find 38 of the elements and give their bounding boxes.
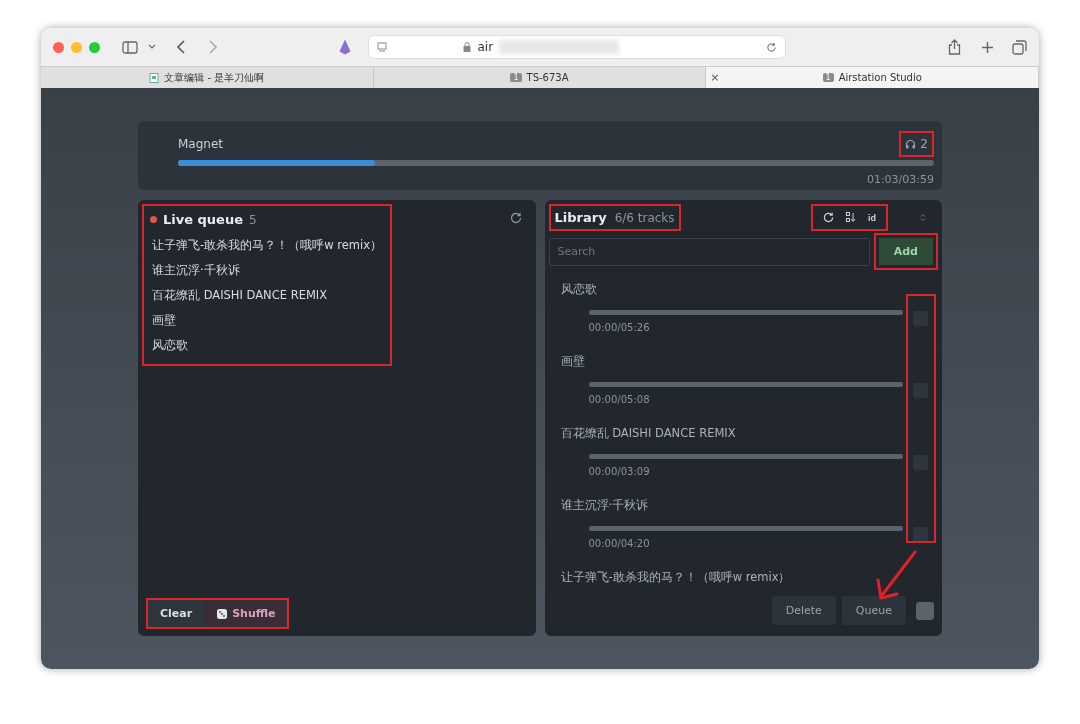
library-track-title[interactable]: 让子弹飞-敢杀我的马？！（哦呼w remix） (560, 570, 938, 585)
track-title: Magnet (178, 137, 224, 151)
clear-button[interactable]: Clear (148, 600, 205, 627)
panel-title: Live queue (163, 212, 243, 227)
panel-title: Library (554, 210, 607, 225)
queue-item[interactable]: 百花缭乱 DAISHI DANCE REMIX (144, 283, 390, 308)
close-tab-icon[interactable]: × (710, 71, 720, 84)
delete-button[interactable]: Delete (771, 596, 836, 625)
playback-time: 01:03/03:59 (866, 173, 934, 186)
track-time: 00:00/04:20 (587, 538, 651, 549)
tab-badge: 1 (822, 73, 834, 82)
queue-count: 5 (249, 212, 257, 227)
sort-field-button[interactable]: id (868, 212, 876, 223)
library-track-title[interactable]: 百花缭乱 DAISHI DANCE REMIX (560, 426, 938, 441)
add-button[interactable]: Add (878, 238, 933, 265)
tab-title: 文章编辑 - 是羊刀仙啊 (164, 70, 265, 85)
track-time: 00:00/05:26 (587, 322, 651, 333)
track-time: 00:00/03:09 (587, 466, 651, 477)
library-track-title[interactable]: 谁主沉浮·千秋诉 (560, 498, 938, 513)
search-field[interactable]: Search (548, 237, 870, 266)
browser-tab[interactable]: 文章编辑 - 是羊刀仙啊 (41, 67, 374, 88)
listener-count: 2 (920, 137, 928, 151)
tab-title: TS-673A (526, 72, 569, 83)
browser-tab[interactable]: 1 TS-673A (373, 67, 707, 88)
track-count: 6/6 tracks (614, 210, 675, 225)
queue-item[interactable]: 画壁 (144, 308, 390, 333)
track-time: 00:00/05:08 (587, 394, 651, 405)
shuffle-button[interactable]: Shuffle (204, 600, 288, 627)
queue-item[interactable]: 谁主沉浮·千秋诉 (144, 258, 390, 283)
queue-button[interactable]: Queue (841, 596, 906, 625)
tab-title: Airstation Studio (838, 72, 922, 83)
library-track-title[interactable]: 风恋歌 (560, 282, 938, 297)
browser-tab[interactable]: × 1 Airstation Studio (706, 67, 1039, 88)
address-text[interactable]: air (477, 40, 494, 54)
library-track-title[interactable]: 画壁 (560, 354, 938, 369)
queue-item[interactable]: 让子弹飞-敢杀我的马？！（哦呼w remix） (144, 233, 390, 258)
tab-badge: 1 (510, 73, 522, 82)
queue-item[interactable]: 风恋歌 (144, 333, 390, 358)
